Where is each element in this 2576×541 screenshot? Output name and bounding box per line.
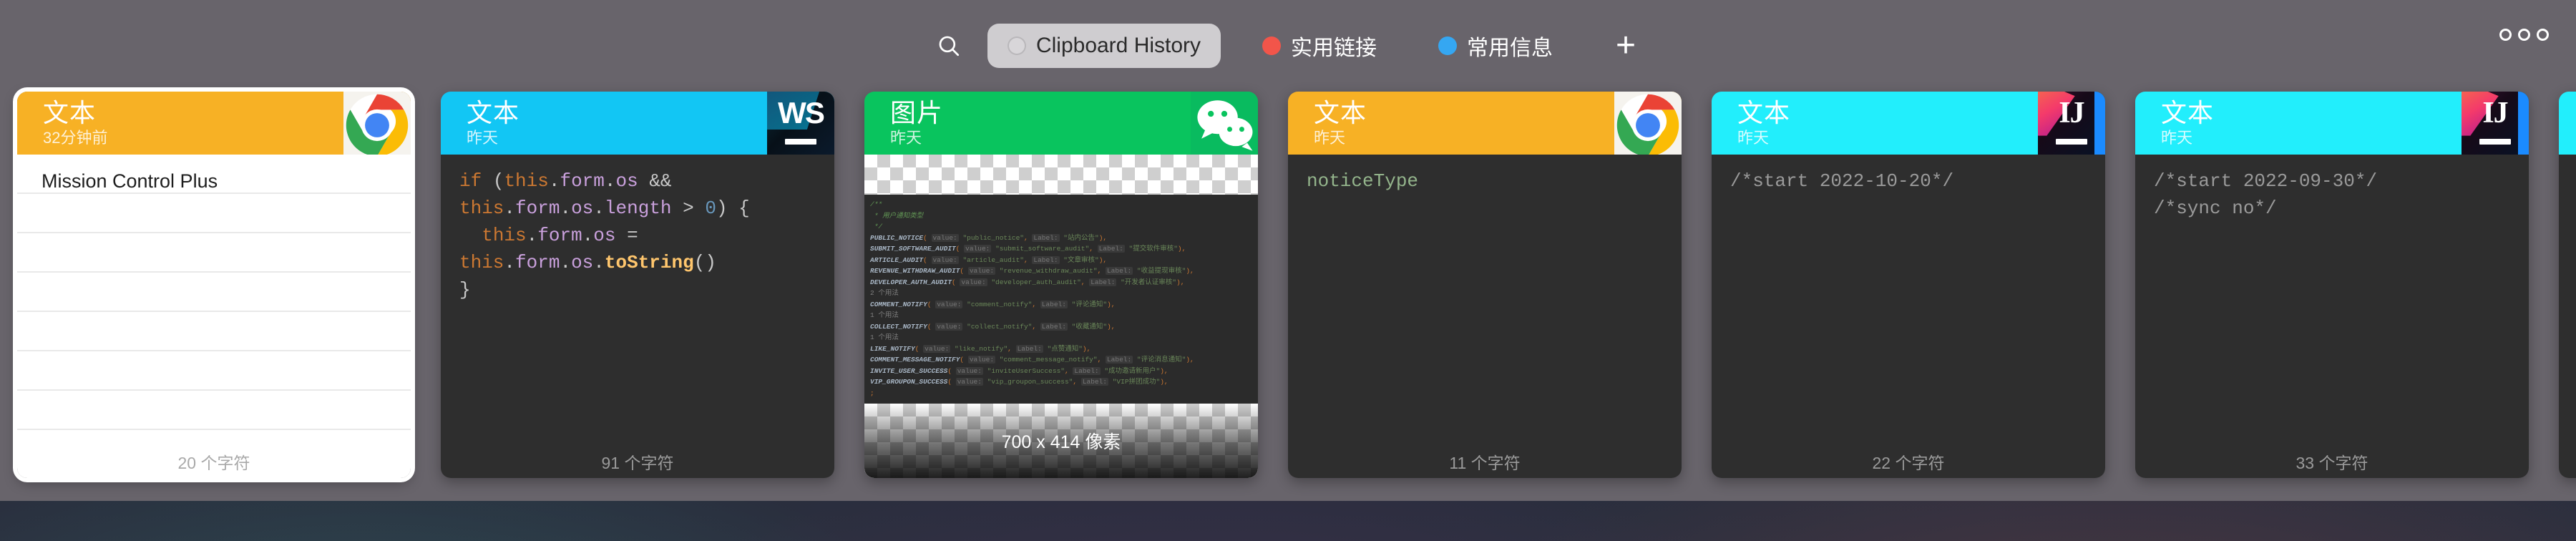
card-body: /** * 用户通知类型 */ PUBLIC_NOTICE( value: "p… bbox=[864, 155, 1258, 478]
clipboard-card[interactable]: 文本 32分钟前 Mission Control Plus 20 个字符 bbox=[17, 92, 411, 478]
image-footer-checker: 700 x 414 像素 bbox=[864, 404, 1258, 478]
card-text: Mission Control Plus bbox=[42, 170, 218, 192]
icon-letters: IJ bbox=[2482, 97, 2508, 130]
card-type-label: 文本 bbox=[43, 98, 97, 127]
clipboard-card[interactable]: 文本 昨天 C - A - N C - N bbox=[2559, 92, 2576, 478]
card-type-label: 文本 bbox=[1314, 98, 1367, 127]
card-body: /*start 2022-10-20*/ bbox=[1712, 155, 2105, 445]
card-header: 图片 昨天 bbox=[864, 92, 1258, 155]
card-header: 文本 昨天 IJ bbox=[1712, 92, 2105, 155]
card-code: C - A - N C - N bbox=[2559, 155, 2576, 385]
card-header: 文本 昨天 IJ bbox=[2135, 92, 2529, 155]
image-dimensions: 700 x 414 像素 bbox=[1001, 432, 1121, 452]
card-time-label: 昨天 bbox=[467, 129, 499, 147]
card-body: C - A - N C - N bbox=[2559, 155, 2576, 445]
card-time-label: 昨天 bbox=[2161, 129, 2193, 147]
card-type-label: 文本 bbox=[1737, 98, 1791, 127]
plus-icon: + bbox=[1616, 26, 1636, 64]
card-time-label: 昨天 bbox=[1314, 129, 1346, 147]
clipboard-card[interactable]: 文本 昨天 IJ /*start 2022-09-30*/ /*sync no*… bbox=[2135, 92, 2529, 478]
card-footer: 33 个字符 bbox=[2135, 445, 2529, 478]
card-body: Mission Control Plus bbox=[17, 155, 411, 445]
card-header: 文本 昨天 bbox=[2559, 92, 2576, 155]
tab-dot-icon bbox=[1262, 36, 1282, 55]
clipboard-cards-strip[interactable]: 文本 32分钟前 Mission Control Plus 20 个字符 文本 … bbox=[0, 92, 2576, 501]
card-header: 文本 昨天 WS bbox=[441, 92, 834, 155]
preview-code: /** * 用户通知类型 */ PUBLIC_NOTICE( value: "p… bbox=[870, 200, 1194, 397]
clipboard-card[interactable]: 图片 昨天 /** * 用户通知类型 */ PUBLIC_NOTICE(val… bbox=[864, 92, 1258, 478]
card-code: noticeType bbox=[1307, 170, 1419, 192]
add-tab-button[interactable]: + bbox=[1604, 24, 1647, 67]
card-code: /*start 2022-10-20*/ bbox=[1730, 170, 1954, 192]
more-options-button[interactable] bbox=[2499, 29, 2549, 41]
toolbar: Clipboard History 实用链接 常用信息 + bbox=[0, 0, 2576, 92]
card-footer: 22 个字符 bbox=[1712, 445, 2105, 478]
card-time-label: 32分钟前 bbox=[43, 129, 108, 147]
dot-icon bbox=[2499, 29, 2512, 41]
clipboard-card[interactable]: 文本 昨天 WS if (this.form.os && this.form.o… bbox=[441, 92, 834, 478]
card-body: /*start 2022-09-30*/ /*sync no*/ bbox=[2135, 155, 2529, 445]
search-icon[interactable] bbox=[929, 26, 969, 66]
intellij-icon: IJ bbox=[2462, 92, 2529, 155]
intellij-icon: IJ bbox=[2038, 92, 2105, 155]
card-type-label: 文本 bbox=[2161, 98, 2215, 127]
card-footer bbox=[2559, 445, 2576, 478]
chrome-icon bbox=[343, 92, 411, 155]
card-header: 文本 昨天 bbox=[1288, 92, 1682, 155]
card-code: /*start 2022-09-30*/ /*sync no*/ bbox=[2154, 170, 2378, 219]
icon-underline bbox=[2056, 139, 2087, 145]
icon-underline bbox=[785, 139, 816, 145]
icon-letters: IJ bbox=[2059, 97, 2084, 130]
icon-letters: WS bbox=[778, 96, 825, 130]
dot-icon bbox=[2518, 29, 2530, 41]
dot-icon bbox=[2537, 29, 2549, 41]
card-body: if (this.form.os && this.form.os.length … bbox=[441, 155, 834, 445]
tab-dot-icon bbox=[1438, 36, 1458, 55]
wechat-icon bbox=[1191, 92, 1258, 155]
tab-common-info[interactable]: 常用信息 bbox=[1418, 24, 1573, 68]
clipboard-card[interactable]: 文本 昨天 IJ /*start 2022-10-20*/ 22 个字符 bbox=[1712, 92, 2105, 478]
tab-label: 实用链接 bbox=[1291, 36, 1377, 60]
card-header: 文本 32分钟前 bbox=[17, 92, 411, 155]
card-code: if (this.form.os && this.form.os.length … bbox=[459, 170, 750, 301]
card-type-label: 文本 bbox=[467, 98, 520, 127]
tab-clipboard-history[interactable]: Clipboard History bbox=[987, 24, 1221, 68]
card-footer: 20 个字符 bbox=[17, 445, 411, 478]
tab-useful-links[interactable]: 实用链接 bbox=[1242, 24, 1397, 68]
card-time-label: 昨天 bbox=[890, 129, 922, 147]
clipped-image-preview: /** * 用户通知类型 */ PUBLIC_NOTICE( value: "p… bbox=[864, 195, 1258, 425]
card-time-label: 昨天 bbox=[1737, 129, 1770, 147]
tab-dot-icon bbox=[1007, 36, 1026, 55]
tab-label: 常用信息 bbox=[1467, 36, 1553, 60]
chrome-icon bbox=[1614, 92, 1682, 155]
webstorm-icon: WS bbox=[767, 92, 834, 155]
icon-underline bbox=[2479, 139, 2511, 145]
card-footer: 11 个字符 bbox=[1288, 445, 1682, 478]
clipboard-manager-panel: Clipboard History 实用链接 常用信息 + 文本 32分钟前 M… bbox=[0, 0, 2576, 501]
card-footer: 91 个字符 bbox=[441, 445, 834, 478]
card-body: noticeType bbox=[1288, 155, 1682, 445]
clipboard-card[interactable]: 文本 昨天 noticeType 11 个字符 bbox=[1288, 92, 1682, 478]
card-type-label: 图片 bbox=[890, 98, 944, 127]
tab-label: Clipboard History bbox=[1035, 34, 1201, 57]
